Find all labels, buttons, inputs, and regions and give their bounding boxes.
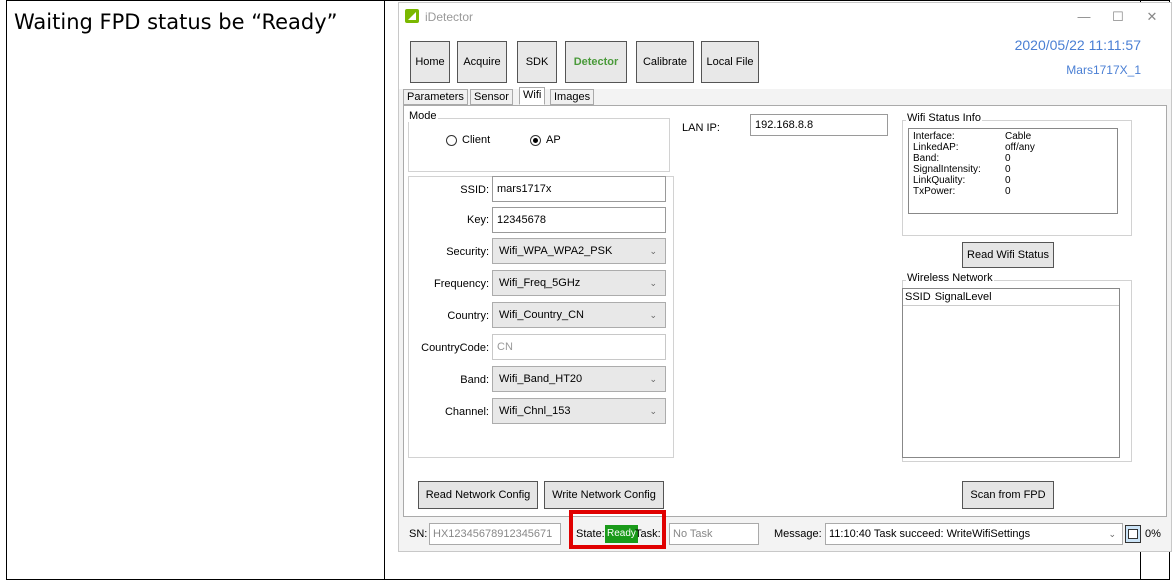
status-key: LinkQuality: <box>913 175 966 186</box>
tab-sensor[interactable]: Sensor <box>470 89 513 105</box>
mode-group <box>408 118 670 172</box>
sn-field: HX12345678912345671 <box>429 523 561 545</box>
wifi-status-box: Interface: Cable LinkedAP: off/any Band: 0 … <box>908 128 1118 214</box>
key-field[interactable]: 12345678 <box>492 207 666 233</box>
message-select[interactable]: 11:10:40 Task succeed: WriteWifiSettings… <box>825 523 1123 545</box>
write-network-config-button[interactable]: Write Network Config <box>544 481 664 509</box>
frequency-label: Frequency: <box>433 278 489 290</box>
nav-home-button[interactable]: Home <box>410 41 450 83</box>
chevron-down-icon: ⌄ <box>649 310 657 320</box>
read-network-config-button[interactable]: Read Network Config <box>418 481 538 509</box>
wifi-panel: Mode Client AP LAN IP: 192.168.8.8 SSID:… <box>403 105 1167 517</box>
minimize-button[interactable]: — <box>1069 7 1099 27</box>
tab-wifi[interactable]: Wifi <box>519 87 546 105</box>
nav-calibrate-button[interactable]: Calibrate <box>636 41 694 83</box>
wifi-status-label: Wifi Status Info <box>906 112 982 124</box>
ssid-field[interactable]: mars1717x <box>492 176 666 202</box>
status-row: LinkedAP: off/any <box>913 142 1113 153</box>
lan-ip-field[interactable]: 192.168.8.8 <box>750 114 888 136</box>
status-value: off/any <box>1005 142 1035 153</box>
task-field: No Task <box>669 523 759 545</box>
status-key: Band: <box>913 153 940 164</box>
progress-percent: 0% <box>1145 528 1161 540</box>
band-label: Band: <box>460 374 489 386</box>
ap-radio[interactable] <box>530 135 541 146</box>
title-bar: iDetector — ☐ ✕ <box>399 3 1171 31</box>
band-value: Wifi_Band_HT20 <box>499 373 583 385</box>
country-code-label: CountryCode: <box>421 342 489 354</box>
status-bar: SN: HX12345678912345671 State: Ready Tas… <box>403 521 1169 549</box>
column-signal-level[interactable]: SignalLevel <box>935 291 992 303</box>
chevron-down-icon: ⌄ <box>1108 529 1116 539</box>
datetime: 2020/05/22 11:11:57 <box>1014 37 1141 53</box>
security-value: Wifi_WPA_WPA2_PSK <box>499 245 613 257</box>
wireless-network-list[interactable]: SSID SignalLevel <box>902 288 1120 458</box>
country-select[interactable]: Wifi_Country_CN ⌄ <box>492 302 666 328</box>
nav-acquire-button[interactable]: Acquire <box>457 41 507 83</box>
list-header: SSID SignalLevel <box>903 289 1119 306</box>
lan-ip-label: LAN IP: <box>682 122 720 134</box>
wireless-network-label: Wireless Network <box>906 272 994 284</box>
tab-parameters[interactable]: Parameters <box>403 89 468 105</box>
client-radio[interactable] <box>446 135 457 146</box>
chevron-down-icon: ⌄ <box>649 246 657 256</box>
expand-icon[interactable] <box>1125 525 1141 543</box>
status-value: 0 <box>1005 186 1011 197</box>
status-row: Interface: Cable <box>913 131 1113 142</box>
band-select[interactable]: Wifi_Band_HT20 ⌄ <box>492 366 666 392</box>
mode-label: Mode <box>408 110 438 122</box>
status-value: Cable <box>1005 131 1032 142</box>
key-label: Key: <box>466 214 489 226</box>
caption: Waiting FPD status be “Ready” <box>14 10 338 34</box>
ap-radio-label: AP <box>546 134 561 146</box>
message-label: Message: <box>774 528 822 540</box>
status-key: TxPower: <box>913 186 956 197</box>
frequency-select[interactable]: Wifi_Freq_5GHz ⌄ <box>492 270 666 296</box>
highlight-box <box>569 510 666 549</box>
read-wifi-status-button[interactable]: Read Wifi Status <box>962 242 1054 268</box>
toolbar: Home Acquire SDK Detector Calibrate Loca… <box>399 31 1171 89</box>
chevron-down-icon: ⌄ <box>649 406 657 416</box>
country-code-field: CN <box>492 334 666 360</box>
status-row: SignalIntensity: 0 <box>913 164 1113 175</box>
column-ssid[interactable]: SSID <box>905 291 931 303</box>
status-value: 0 <box>1005 164 1011 175</box>
status-value: 0 <box>1005 175 1011 186</box>
status-row: TxPower: 0 <box>913 186 1113 197</box>
device-name: Mars1717X_1 <box>1066 63 1141 77</box>
tab-images[interactable]: Images <box>550 89 595 105</box>
close-button[interactable]: ✕ <box>1137 7 1167 27</box>
security-label: Security: <box>446 246 489 258</box>
security-select[interactable]: Wifi_WPA_WPA2_PSK ⌄ <box>492 238 666 264</box>
window-title: iDetector <box>425 10 474 24</box>
table-divider <box>384 0 385 580</box>
client-radio-label: Client <box>462 134 491 146</box>
chevron-down-icon: ⌄ <box>649 374 657 384</box>
chevron-down-icon: ⌄ <box>649 278 657 288</box>
status-key: Interface: <box>913 131 955 142</box>
nav-detector-button[interactable]: Detector <box>565 41 627 83</box>
country-value: Wifi_Country_CN <box>499 309 584 321</box>
channel-label: Channel: <box>444 406 489 418</box>
window-icon <box>1128 529 1138 539</box>
country-label: Country: <box>447 310 489 322</box>
status-key: SignalIntensity: <box>913 164 981 175</box>
nav-sdk-button[interactable]: SDK <box>517 41 557 83</box>
channel-value: Wifi_Chnl_153 <box>499 405 571 417</box>
status-value: 0 <box>1005 153 1011 164</box>
nav-local-file-button[interactable]: Local File <box>701 41 759 83</box>
status-key: LinkedAP: <box>913 142 959 153</box>
status-row: LinkQuality: 0 <box>913 175 1113 186</box>
channel-select[interactable]: Wifi_Chnl_153 ⌄ <box>492 398 666 424</box>
status-row: Band: 0 <box>913 153 1113 164</box>
frequency-value: Wifi_Freq_5GHz <box>499 277 581 289</box>
message-value: 11:10:40 Task succeed: WriteWifiSettings <box>829 528 1031 540</box>
app-logo-icon <box>405 9 419 23</box>
maximize-button[interactable]: ☐ <box>1103 7 1133 27</box>
sn-label: SN: <box>409 528 428 540</box>
app-window: iDetector — ☐ ✕ Home Acquire SDK Detecto… <box>398 2 1172 552</box>
ssid-label: SSID: <box>460 184 489 196</box>
scan-from-fpd-button[interactable]: Scan from FPD <box>962 481 1054 509</box>
